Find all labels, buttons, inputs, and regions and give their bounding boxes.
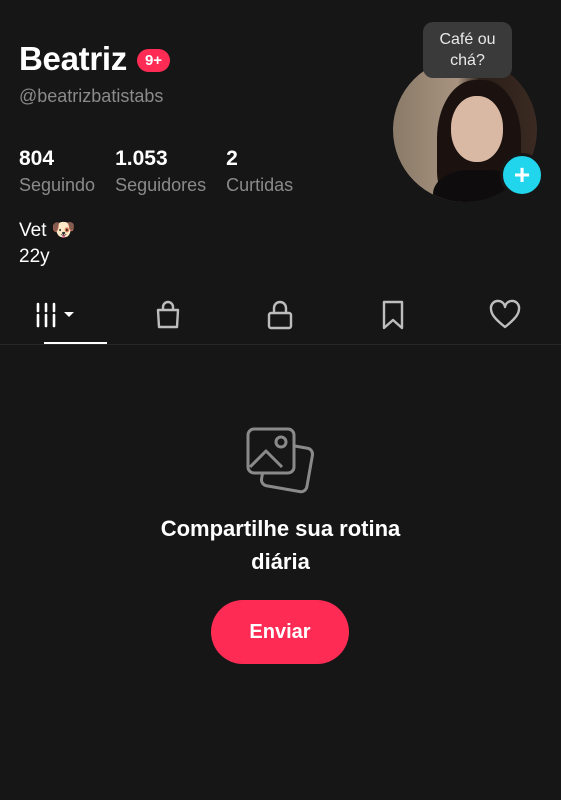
avatar-container[interactable]: +: [393, 58, 544, 208]
stat-likes[interactable]: 2 Curtidas: [226, 147, 293, 196]
shopping-bag-icon: [157, 300, 180, 329]
stat-following-label: Seguindo: [19, 175, 96, 195]
note-bubble[interactable]: Café ou chá?: [423, 22, 512, 78]
tab-private[interactable]: [224, 286, 336, 344]
stat-followers-value: 1.053: [115, 147, 168, 170]
stat-following[interactable]: 804 Seguindo: [19, 147, 95, 196]
tab-shop[interactable]: [112, 286, 224, 344]
add-story-button[interactable]: +: [500, 153, 544, 197]
bio-line-2: 22y: [19, 246, 50, 267]
empty-state-title-line-2: diária: [251, 549, 310, 574]
tab-posts[interactable]: [0, 286, 112, 344]
tabs-divider: [0, 344, 561, 345]
lock-icon: [268, 300, 293, 330]
stat-following-value: 804: [19, 147, 55, 170]
bookmark-icon: [382, 300, 403, 330]
profile-stats: 804 Seguindo 1.053 Seguidores 2 Curtidas: [19, 147, 313, 196]
grid-icon: [36, 302, 75, 328]
profile-name: Beatriz: [19, 40, 127, 77]
photos-icon: [244, 425, 316, 500]
profile-handle: @beatrizbatistabs: [19, 86, 164, 106]
empty-state-title: Compartilhe sua rotina diária: [0, 512, 561, 578]
profile-header: Beatriz 9+: [19, 40, 171, 78]
tab-liked[interactable]: [449, 286, 561, 344]
profile-bio: Vet 🐶 22y: [19, 218, 75, 270]
stat-likes-value: 2: [226, 147, 238, 170]
notification-badge[interactable]: 9+: [136, 48, 171, 72]
send-button[interactable]: Enviar: [211, 600, 349, 664]
heart-icon: [489, 299, 521, 329]
bio-line-1: Vet 🐶: [19, 220, 76, 241]
stat-followers-label: Seguidores: [115, 175, 207, 195]
profile-tabs: [0, 286, 561, 344]
note-bubble-line-1: Café ou: [439, 31, 496, 48]
stat-likes-label: Curtidas: [226, 175, 294, 195]
stat-followers[interactable]: 1.053 Seguidores: [115, 147, 206, 196]
empty-state-title-line-1: Compartilhe sua rotina: [160, 516, 401, 541]
plus-icon: +: [513, 159, 531, 190]
tab-saved[interactable]: [337, 286, 449, 344]
note-bubble-line-2: chá?: [450, 52, 485, 69]
